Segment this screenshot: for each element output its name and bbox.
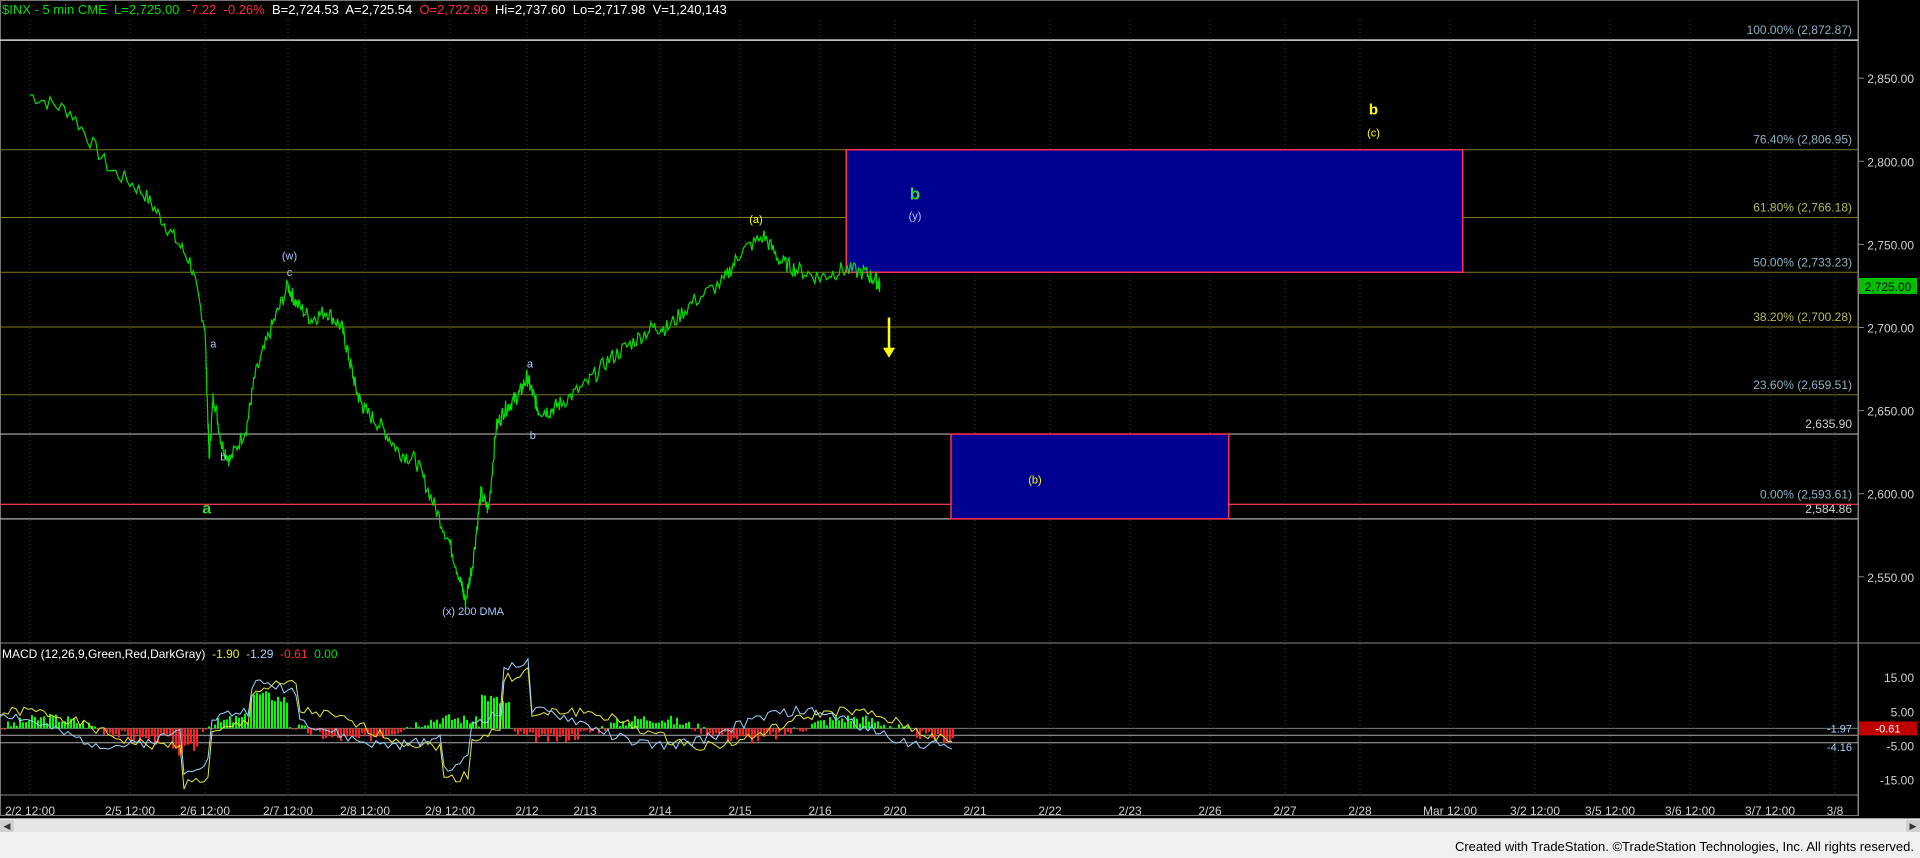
x-tick-label: 2/16: [808, 804, 832, 818]
wave-label: c: [287, 267, 293, 279]
wave-label: a: [210, 338, 217, 350]
macd-line-label: -1.97: [1827, 723, 1852, 735]
x-tick-label: 2/27: [1273, 804, 1297, 818]
price-series: [30, 94, 881, 609]
scroll-right-icon[interactable]: ▶: [1906, 820, 1920, 832]
x-tick-label: 2/23: [1118, 804, 1142, 818]
symbol-label: $INX - 5 min CME: [2, 2, 107, 17]
wave-label: b: [220, 451, 226, 463]
down-arrow-head-icon: [883, 347, 895, 358]
change-pct: -0.26%: [223, 2, 265, 17]
current-price-label: 2,725.00: [1865, 280, 1912, 294]
price-header: $INX - 5 min CME L=2,725.00 -7.22 -0.26%…: [2, 2, 727, 17]
fib-label: 38.20% (2,700.28): [1753, 310, 1852, 324]
x-tick-label: 2/7 12:00: [263, 804, 313, 818]
wave-label: (y): [909, 210, 922, 222]
x-tick-label: 2/20: [883, 804, 907, 818]
x-tick-label: 2/12: [515, 804, 539, 818]
x-tick-label: 3/8: [1827, 804, 1844, 818]
x-tick-label: 2/28: [1348, 804, 1372, 818]
x-tick-label: 2/6 12:00: [180, 804, 230, 818]
ask-value: A=2,725.54: [345, 2, 413, 17]
plot-frame: [0, 0, 1859, 816]
x-tick-label: Mar 12:00: [1423, 804, 1477, 818]
fib-label: 50.00% (2,733.23): [1753, 255, 1852, 269]
macd-y-tick-label: 5.00: [1891, 705, 1915, 719]
macd-header: MACD (12,26,9,Green,Red,DarkGray) -1.90 …: [2, 647, 338, 661]
wave-label: (c): [1367, 127, 1380, 139]
wave-label: (b): [1028, 475, 1041, 487]
y-tick-label: 2,600.00: [1867, 488, 1914, 502]
fib-label: 100.00% (2,872.87): [1747, 23, 1852, 37]
x-tick-label: 2/22: [1038, 804, 1062, 818]
macd-y-tick-label: 15.00: [1884, 671, 1914, 685]
macd-value-2: -1.29: [246, 647, 274, 661]
low-value: Lo=2,717.98: [572, 2, 646, 17]
fib-label: 76.40% (2,806.95): [1753, 133, 1852, 147]
wave-label: a: [527, 358, 534, 370]
price-chart: 100.00% (2,872.87) 76.40% (2,806.95) 61.80…: [0, 0, 1920, 818]
last-price: L=2,725.00: [113, 2, 180, 17]
x-tick-label: 3/7 12:00: [1745, 804, 1795, 818]
fib-label: 0.00% (2,593.61): [1760, 487, 1852, 501]
macd-y-tick-label: -5.00: [1887, 740, 1915, 754]
wave-label: a: [202, 501, 211, 518]
x-tick-label: 3/5 12:00: [1585, 804, 1635, 818]
x-tick-label: 2/5 12:00: [105, 804, 155, 818]
lower-target-box: [950, 433, 1230, 520]
x-tick-label: 3/2 12:00: [1510, 804, 1560, 818]
x-tick-label: 2/2 12:00: [5, 804, 55, 818]
upper-target-box: [845, 148, 1464, 274]
macd-current-label: -0.61: [1875, 723, 1900, 735]
x-tick-label: 2/15: [728, 804, 752, 818]
y-tick-label: 2,850.00: [1867, 72, 1914, 86]
fib-label: 23.60% (2,659.51): [1753, 378, 1852, 392]
x-tick-label: 2/13: [573, 804, 597, 818]
open-value: O=2,722.99: [419, 2, 488, 17]
x-tick-label: 2/9 12:00: [425, 804, 475, 818]
wave-label: b: [910, 185, 920, 204]
fib-label: 61.80% (2,766.18): [1753, 200, 1852, 214]
x-tick-label: 2/26: [1198, 804, 1222, 818]
level-label: 2,635.90: [1805, 417, 1852, 431]
wave-label: (x) 200 DMA: [442, 606, 504, 618]
change-value: -7.22: [186, 2, 217, 17]
scroll-left-icon[interactable]: ◀: [0, 820, 14, 832]
macd-value-1: -1.90: [212, 647, 240, 661]
y-tick-label: 2,650.00: [1867, 405, 1914, 419]
y-tick-label: 2,800.00: [1867, 155, 1914, 169]
y-tick-label: 2,750.00: [1867, 238, 1914, 252]
footer-credit: Created with TradeStation. ©TradeStation…: [1454, 839, 1914, 854]
macd-label: MACD (12,26,9,Green,Red,DarkGray): [2, 647, 206, 661]
wave-label: (w): [282, 250, 297, 262]
x-tick-label: 3/6 12:00: [1665, 804, 1715, 818]
x-tick-label: 2/21: [963, 804, 987, 818]
horizontal-scrollbar[interactable]: ◀ ▶: [0, 818, 1920, 833]
macd-y-tick-label: -15.00: [1880, 774, 1914, 788]
wave-label: b: [530, 430, 536, 442]
bid-value: B=2,724.53: [271, 2, 339, 17]
macd-value-3: -0.61: [280, 647, 308, 661]
macd-value-4: 0.00: [314, 647, 338, 661]
signal-line-label: -4.16: [1827, 742, 1852, 754]
wave-label: (a): [749, 214, 762, 226]
x-tick-label: 2/8 12:00: [340, 804, 390, 818]
wave-label: b: [1369, 102, 1378, 119]
y-tick-label: 2,700.00: [1867, 322, 1914, 336]
volume-value: V=1,240,143: [652, 2, 727, 17]
x-tick-label: 2/14: [648, 804, 672, 818]
y-tick-label: 2,550.00: [1867, 571, 1914, 585]
high-value: Hi=2,737.60: [495, 2, 566, 17]
